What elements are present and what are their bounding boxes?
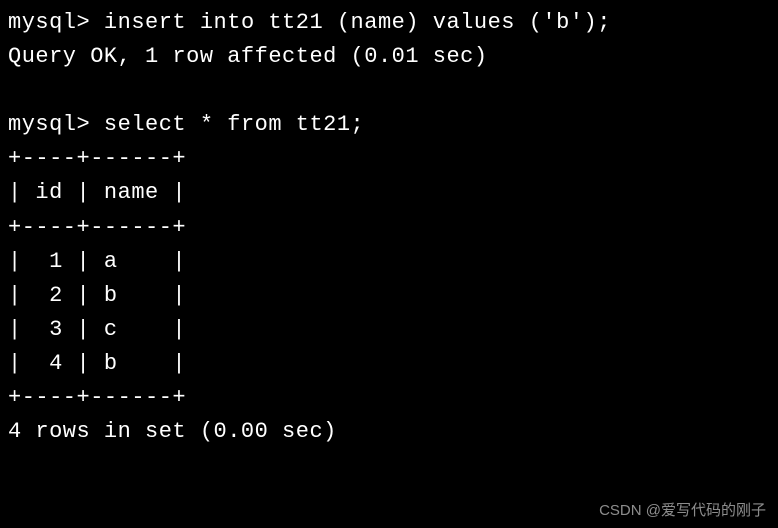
watermark: CSDN @爱写代码的刚子 bbox=[599, 499, 766, 522]
table-border: +----+------+ bbox=[8, 215, 186, 240]
prompt: mysql> bbox=[8, 112, 90, 137]
terminal-output: mysql> insert into tt21 (name) values ('… bbox=[8, 6, 770, 449]
prompt: mysql> bbox=[8, 10, 90, 35]
table-border: +----+------+ bbox=[8, 146, 186, 171]
table-header: | id | name | bbox=[8, 180, 186, 205]
table-row: | 2 | b | bbox=[8, 283, 186, 308]
rows-summary: 4 rows in set (0.00 sec) bbox=[8, 419, 337, 444]
sql-insert-command: insert into tt21 (name) values ('b'); bbox=[104, 10, 611, 35]
table-row: | 4 | b | bbox=[8, 351, 186, 376]
table-row: | 1 | a | bbox=[8, 249, 186, 274]
sql-select-command: select * from tt21; bbox=[104, 112, 364, 137]
table-row: | 3 | c | bbox=[8, 317, 186, 342]
query-result: Query OK, 1 row affected (0.01 sec) bbox=[8, 44, 488, 69]
table-border: +----+------+ bbox=[8, 385, 186, 410]
